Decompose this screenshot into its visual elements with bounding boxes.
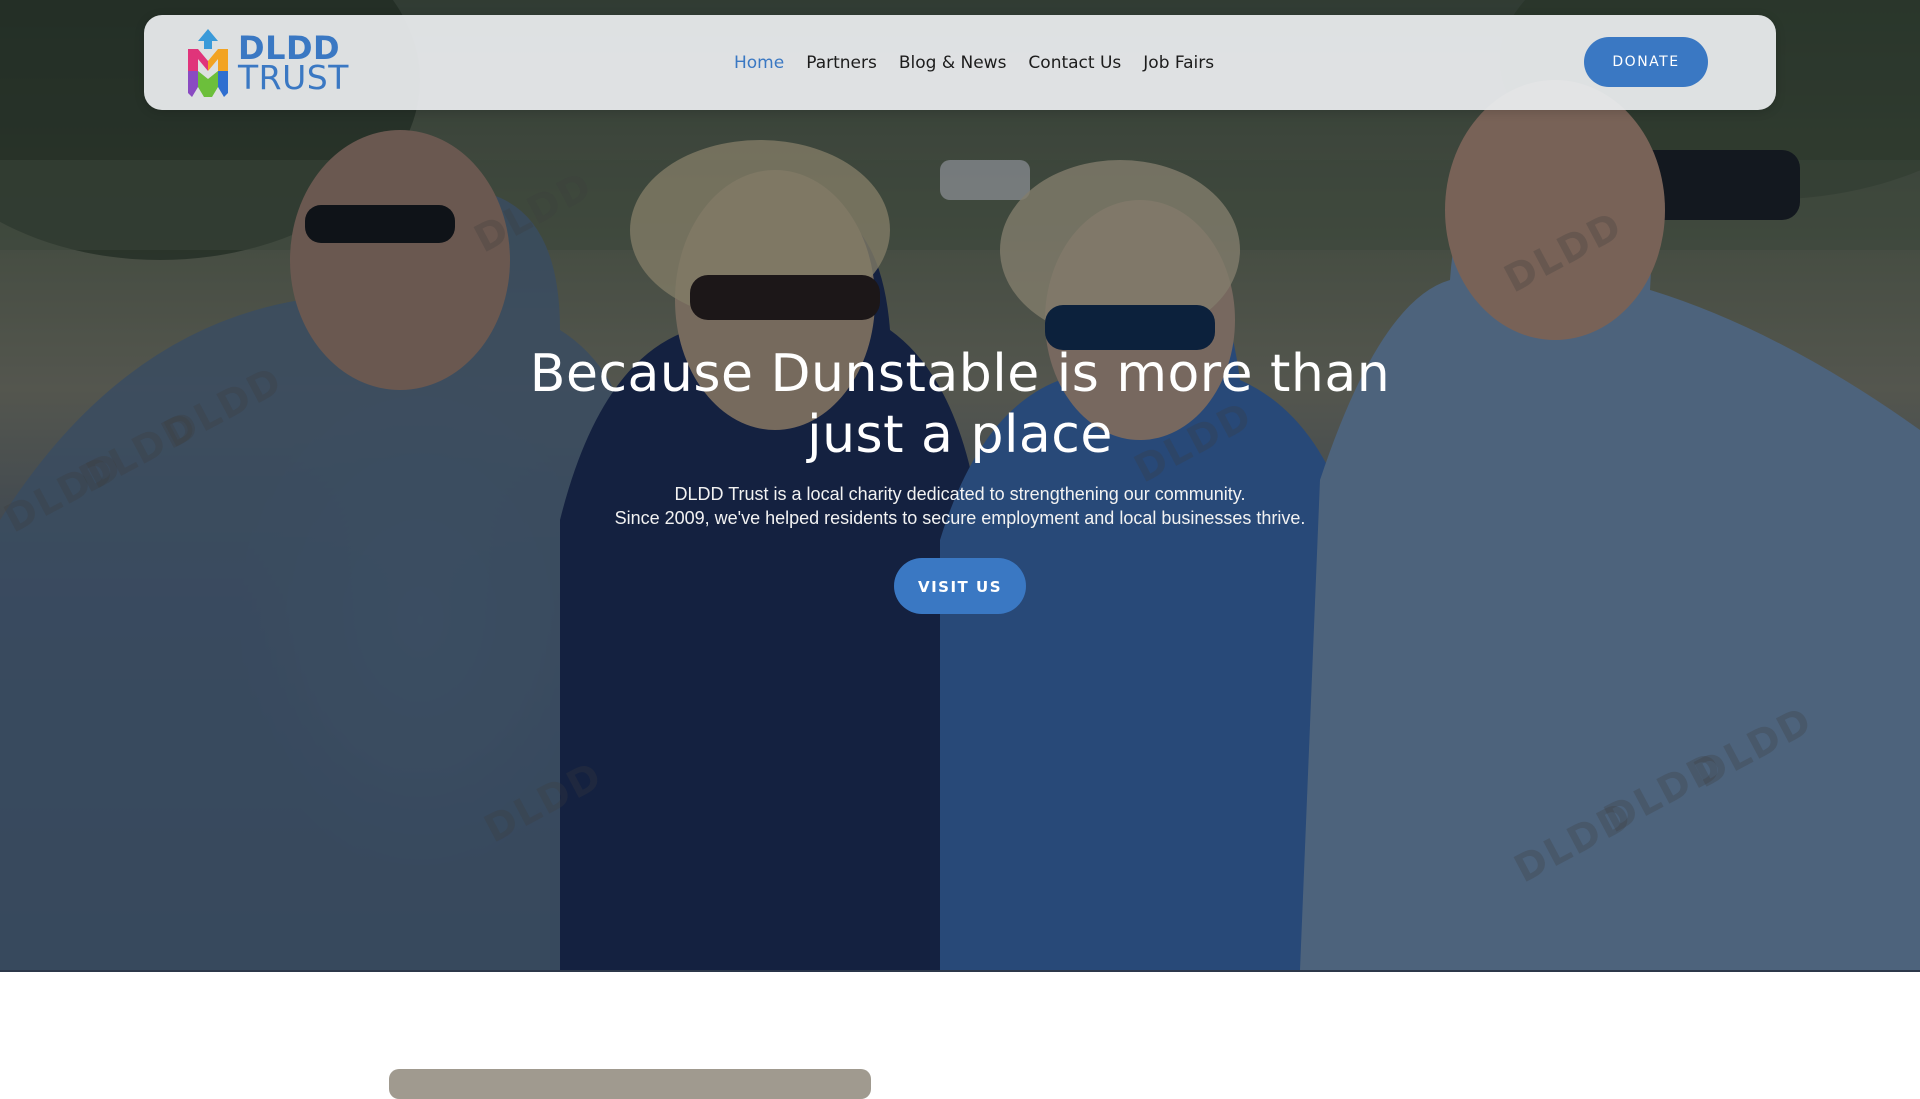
nav-link-home[interactable]: Home [734,53,784,73]
hero-title-line: Because Dunstable is more than [529,344,1391,404]
hero-subtitle: DLDD Trust is a local charity dedicated … [0,482,1920,530]
logo-link[interactable]: DLDD TRUST [184,25,364,100]
nav-link-job-fairs[interactable]: Job Fairs [1143,53,1214,73]
hero-section: DLDD DLDD DLDD DLDD DLDD DLDD DLDD DLDD … [0,0,1920,972]
dldd-trust-logo-icon [188,28,228,97]
main-nav: Home Partners Blog & News Contact Us Job… [734,15,1214,110]
navbar: DLDD TRUST Home Partners Blog & News Con… [144,15,1776,110]
donate-button[interactable]: DONATE [1584,37,1708,87]
hero-subtitle-line: DLDD Trust is a local charity dedicated … [674,484,1246,504]
nav-link-blog-news[interactable]: Blog & News [899,53,1007,73]
hero-content: Because Dunstable is more than just a pl… [0,344,1920,614]
visit-us-button[interactable]: VISIT US [894,558,1026,614]
hero-subtitle-line: Since 2009, we've helped residents to se… [614,508,1306,528]
logo-text: DLDD TRUST [238,32,349,97]
nav-link-partners[interactable]: Partners [806,53,877,73]
nav-link-contact-us[interactable]: Contact Us [1028,53,1121,73]
content-image-card [389,1069,871,1099]
hero-title-line: just a place [807,405,1113,465]
hero-title: Because Dunstable is more than just a pl… [510,344,1410,466]
logo-text-line2: TRUST [238,57,349,97]
